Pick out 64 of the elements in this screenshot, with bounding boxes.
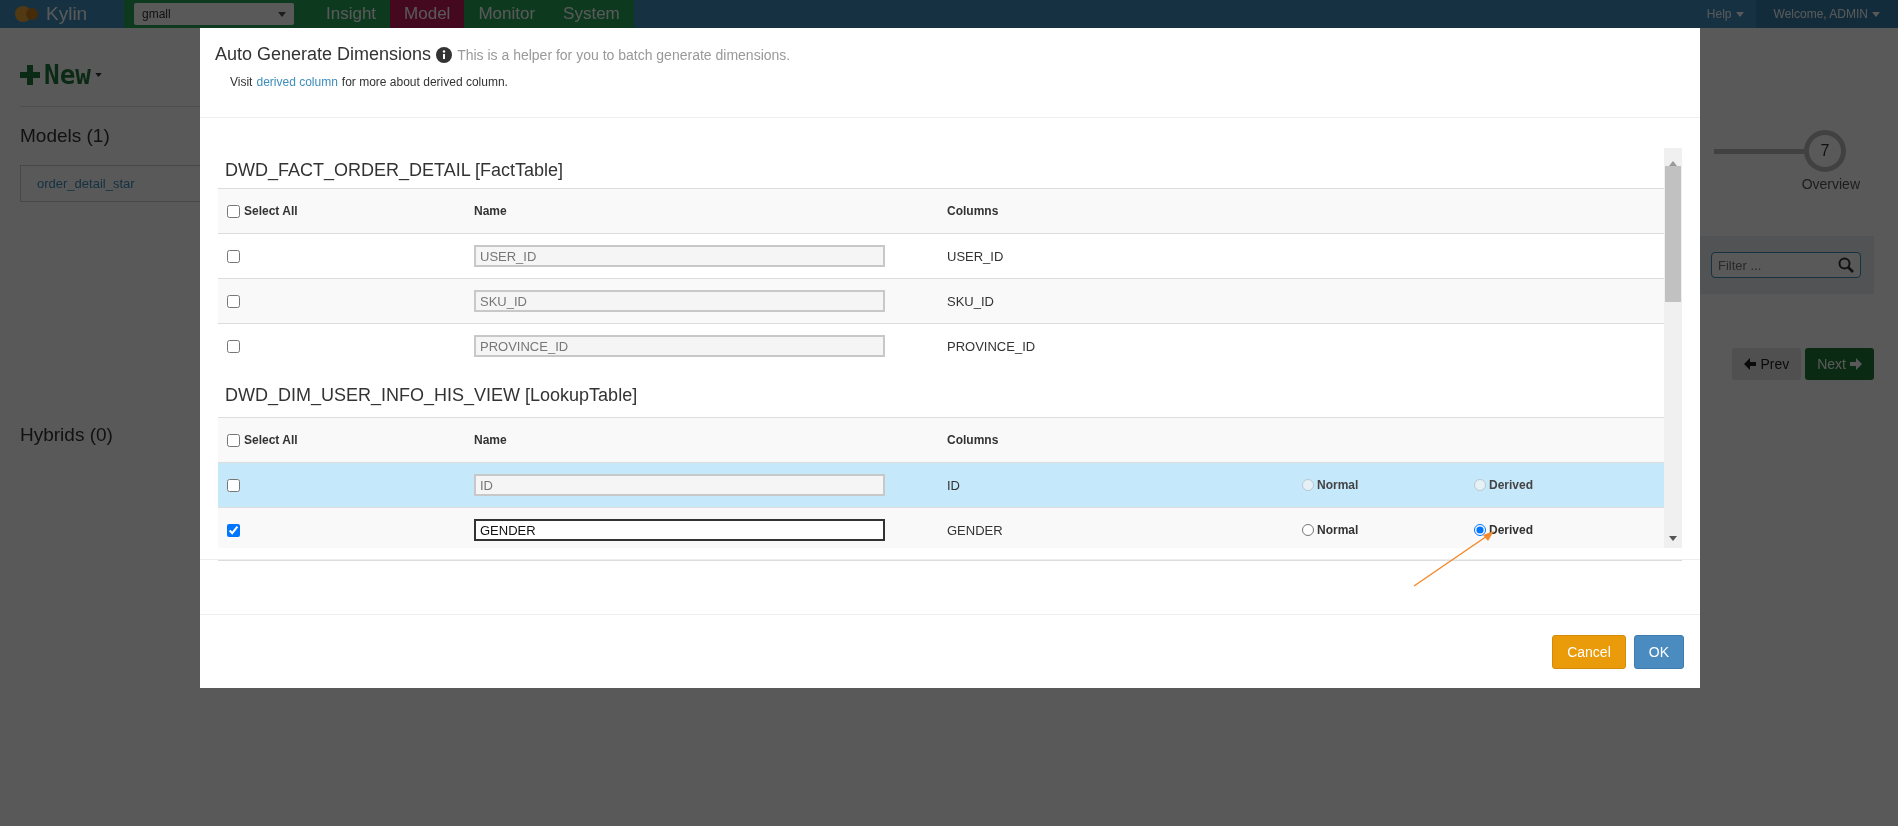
logo-icon bbox=[14, 3, 40, 25]
cancel-button[interactable]: Cancel bbox=[1552, 634, 1626, 669]
help-menu[interactable]: Help bbox=[1694, 0, 1756, 28]
nav-tab[interactable]: Model bbox=[390, 0, 465, 28]
row-checkbox[interactable] bbox=[227, 478, 240, 492]
caret-icon bbox=[1872, 11, 1880, 17]
derived-column-link[interactable]: derived column bbox=[256, 75, 338, 89]
note-text: Visit bbox=[230, 75, 253, 89]
row-checkbox[interactable] bbox=[227, 294, 240, 308]
hybrids-heading: Hybrids (0) bbox=[20, 424, 114, 446]
caret-icon bbox=[278, 11, 286, 17]
nav-tab[interactable]: System bbox=[549, 0, 634, 28]
models-heading: Models (1) bbox=[20, 125, 111, 147]
column-header: Name bbox=[474, 204, 508, 218]
user-menu[interactable]: Welcome, ADMIN bbox=[1755, 0, 1898, 28]
row-checkbox[interactable] bbox=[227, 339, 240, 353]
caret-icon bbox=[94, 73, 102, 77]
info-icon bbox=[436, 46, 453, 63]
next-button[interactable]: Next bbox=[1805, 348, 1874, 380]
ok-button[interactable]: OK bbox=[1633, 634, 1684, 669]
radio-label: Normal bbox=[1317, 478, 1359, 492]
new-button[interactable]: New bbox=[20, 60, 116, 90]
table-title: DWD_DIM_USER_INFO_HIS_VIEW [LookupTable] bbox=[224, 384, 639, 408]
nav-tab[interactable]: Insight bbox=[312, 0, 391, 28]
radio-label: Derived bbox=[1489, 478, 1534, 492]
table-row[interactable]: SKU_ID SKU_ID bbox=[218, 278, 1664, 323]
table-row[interactable]: ID ID Normal Derived bbox=[218, 462, 1664, 507]
nav-tab[interactable]: Monitor bbox=[464, 0, 550, 28]
arrow-left-icon bbox=[1744, 358, 1757, 370]
radio-label: Normal bbox=[1317, 523, 1359, 537]
column-name: USER_ID bbox=[947, 248, 1005, 264]
prev-button[interactable]: Prev bbox=[1732, 348, 1802, 380]
table-title: DWD_FACT_ORDER_DETAIL [FactTable] bbox=[224, 159, 565, 183]
caret-icon bbox=[1735, 11, 1744, 17]
row-checkbox[interactable] bbox=[227, 523, 240, 537]
select-all-label: Select All bbox=[244, 433, 298, 447]
dimension-type-radio[interactable] bbox=[1474, 524, 1486, 536]
name-field[interactable]: GENDER bbox=[474, 519, 885, 541]
arrow-right-icon bbox=[1850, 358, 1862, 370]
column-header: Columns bbox=[947, 204, 1000, 218]
project-select[interactable]: gmall bbox=[134, 3, 294, 25]
radio-label: Derived bbox=[1489, 523, 1534, 537]
table-row[interactable]: PROVINCE_ID PROVINCE_ID bbox=[218, 323, 1664, 368]
scrollbar[interactable] bbox=[1664, 148, 1682, 548]
select-all-label: Select All bbox=[244, 204, 298, 218]
dimension-type-radio[interactable] bbox=[1302, 524, 1314, 536]
column-header: Name bbox=[474, 433, 508, 447]
column-header: Columns bbox=[947, 433, 1000, 447]
step-label: Overview bbox=[1801, 176, 1860, 192]
step-number: 7 bbox=[1804, 130, 1846, 172]
logo-text: Kylin bbox=[46, 3, 88, 25]
dialog-title: Auto Generate Dimensions bbox=[215, 44, 432, 65]
note-text: for more about derived column. bbox=[341, 75, 508, 89]
column-name: ID bbox=[947, 477, 961, 493]
row-checkbox[interactable] bbox=[227, 249, 240, 263]
column-name: GENDER bbox=[947, 522, 1004, 538]
plus-icon bbox=[20, 65, 40, 85]
table-row[interactable]: GENDER GENDER Normal Derived bbox=[218, 507, 1664, 548]
dialog-subtitle: This is a helper for you to batch generate dimensions. bbox=[457, 46, 791, 63]
select-all-checkbox[interactable] bbox=[227, 204, 240, 218]
search-icon bbox=[1838, 257, 1854, 273]
select-all-checkbox[interactable] bbox=[227, 433, 240, 447]
column-name: SKU_ID bbox=[947, 293, 995, 309]
column-name: PROVINCE_ID bbox=[947, 338, 1037, 354]
